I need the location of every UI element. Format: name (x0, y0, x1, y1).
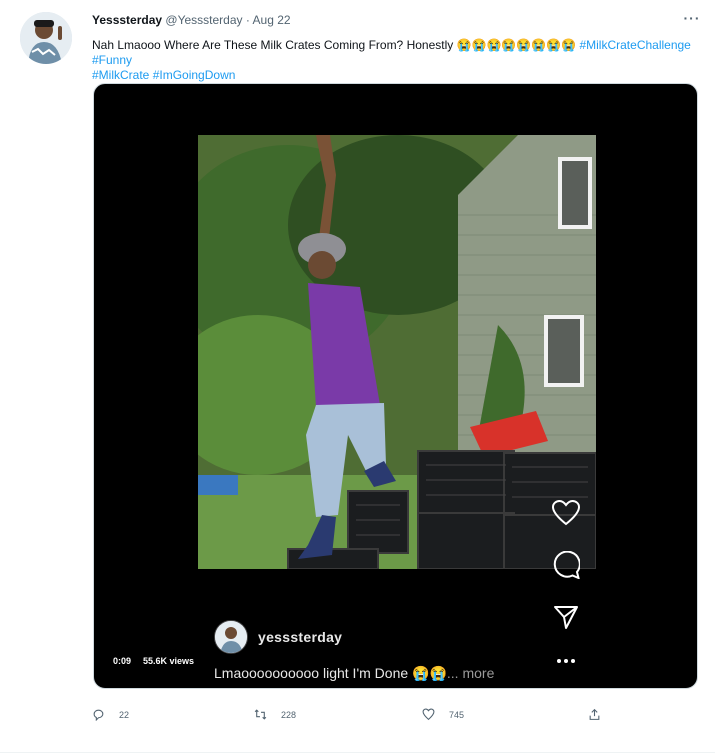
retweet-count: 228 (281, 709, 297, 720)
hashtag-imgoingdown[interactable]: #ImGoingDown (153, 68, 236, 82)
tweet-actions: 22 228 745 (92, 708, 612, 726)
instagram-caption: Lmaoooooooooo light I'm Done 😭😭... more (214, 665, 494, 682)
tweet-header: Yesssterday @Yesssterday · Aug 22 (92, 13, 291, 27)
author-name[interactable]: Yesssterday (92, 13, 162, 27)
video-frame[interactable] (198, 135, 596, 569)
send-icon[interactable] (546, 600, 586, 634)
reply-count: 22 (119, 709, 130, 720)
share-button[interactable] (588, 708, 615, 721)
tweet-text-body: Nah Lmaooo Where Are These Milk Crates C… (92, 38, 457, 52)
ellipsis-icon[interactable] (546, 644, 586, 678)
like-icon (422, 708, 435, 721)
video-meta: 0:09 55.6K views (113, 656, 194, 666)
heart-icon[interactable] (546, 496, 586, 530)
reply-button[interactable]: 22 (92, 708, 129, 721)
video-player[interactable]: yesssterday Lmaoooooooooo light I'm Done… (93, 83, 698, 689)
retweet-icon (254, 709, 267, 720)
like-button[interactable]: 745 (422, 708, 464, 721)
share-icon (589, 708, 600, 720)
video-scene (198, 135, 596, 569)
header-separator: · (245, 13, 250, 27)
instagram-caption-text: Lmaoooooooooo light I'm Done 😭😭 (214, 665, 447, 681)
hashtag-milkcratechallenge[interactable]: #MilkCrateChallenge (579, 38, 690, 52)
tweet-text: Nah Lmaooo Where Are These Milk Crates C… (92, 38, 692, 83)
video-views: 55.6K views (143, 656, 195, 666)
comment-icon[interactable] (546, 548, 586, 582)
author-avatar[interactable] (20, 12, 72, 64)
instagram-user[interactable]: yesssterday (214, 620, 342, 654)
like-count: 745 (449, 709, 465, 720)
video-duration: 0:09 (113, 656, 132, 666)
author-handle[interactable]: @Yesssterday (165, 13, 242, 27)
more-dots-icon[interactable]: ··· (682, 11, 702, 32)
retweet-button[interactable]: 228 (254, 708, 296, 721)
caption-more-link[interactable]: ... more (447, 665, 494, 681)
hashtag-milkcrate[interactable]: #MilkCrate (92, 68, 149, 82)
reply-icon (93, 709, 104, 721)
hashtag-funny[interactable]: #Funny (92, 53, 132, 67)
tweet-date[interactable]: Aug 22 (253, 13, 291, 27)
tweet[interactable]: Yesssterday @Yesssterday · Aug 22 ··· Na… (0, 0, 715, 753)
instagram-avatar[interactable] (214, 620, 248, 654)
instagram-username[interactable]: yesssterday (258, 629, 342, 645)
tweet-emoji: 😭😭😭😭😭😭😭😭 (456, 38, 577, 52)
